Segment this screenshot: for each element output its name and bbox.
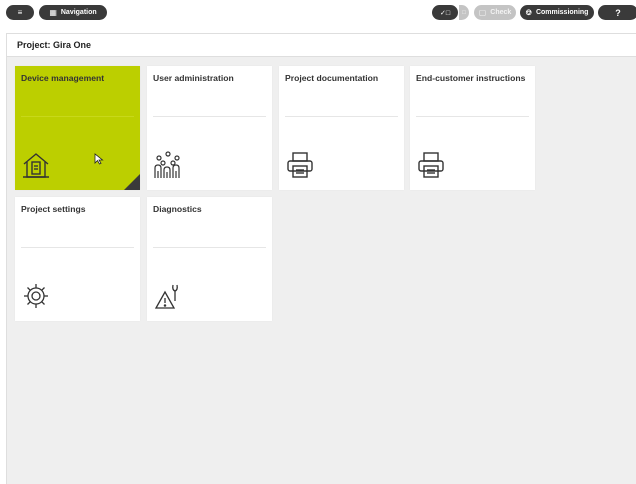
wand-icon: ✓□: [439, 9, 451, 17]
tile-divider: [153, 247, 266, 248]
tile-project-documentation[interactable]: Project documentation: [279, 66, 404, 190]
tile-diagnostics[interactable]: Diagnostics: [147, 197, 272, 321]
users-icon: [153, 150, 183, 180]
check-icon: ▢: [478, 7, 487, 17]
tile-divider: [153, 116, 266, 117]
copy-icon: □: [462, 9, 466, 16]
list-icon: ≡: [17, 8, 23, 17]
tile-label: Project documentation: [285, 73, 379, 83]
tile-divider: [21, 116, 134, 117]
project-header: Project: Gira One: [6, 33, 636, 57]
top-toolbar: ≡ ▦ Navigation ✓□ □ ▢ Check ⎊ Commission…: [0, 0, 636, 26]
house-icon: [21, 150, 51, 180]
printer-icon: [285, 150, 315, 180]
tile-label: Project settings: [21, 204, 86, 214]
tile-label: Device management: [21, 73, 105, 83]
tools-button[interactable]: ✓□: [432, 5, 458, 20]
project-title: Project: Gira One: [17, 40, 92, 50]
tile-corner-indicator: [124, 174, 140, 190]
tile-end-customer-instructions[interactable]: End-customer instructions: [410, 66, 535, 190]
tile-divider: [285, 116, 398, 117]
tile-label: Diagnostics: [153, 204, 202, 214]
tile-area: Device management User administration Pr…: [6, 57, 636, 484]
commissioning-icon: ⎊: [525, 7, 532, 17]
navigation-label: Navigation: [60, 9, 97, 16]
tile-divider: [416, 116, 529, 117]
help-button[interactable]: ?: [598, 5, 636, 20]
help-label: ?: [615, 7, 621, 18]
tile-device-management[interactable]: Device management: [15, 66, 140, 190]
commissioning-button[interactable]: ⎊ Commissioning: [520, 5, 594, 20]
tools-extra-button[interactable]: □: [459, 5, 469, 20]
menu-button[interactable]: ≡: [6, 5, 34, 20]
tile-user-administration[interactable]: User administration: [147, 66, 272, 190]
check-label: Check: [490, 9, 512, 16]
commissioning-label: Commissioning: [535, 9, 589, 16]
gear-icon: [21, 281, 51, 311]
tile-project-settings[interactable]: Project settings: [15, 197, 140, 321]
tile-divider: [21, 247, 134, 248]
printer-icon: [416, 150, 446, 180]
warning-wrench-icon: [153, 281, 183, 311]
grid-icon: ▦: [49, 7, 57, 17]
navigation-button[interactable]: ▦ Navigation: [39, 5, 107, 20]
check-button[interactable]: ▢ Check: [474, 5, 516, 20]
tile-label: End-customer instructions: [416, 73, 526, 83]
mouse-cursor: [94, 152, 104, 165]
tile-label: User administration: [153, 73, 234, 83]
